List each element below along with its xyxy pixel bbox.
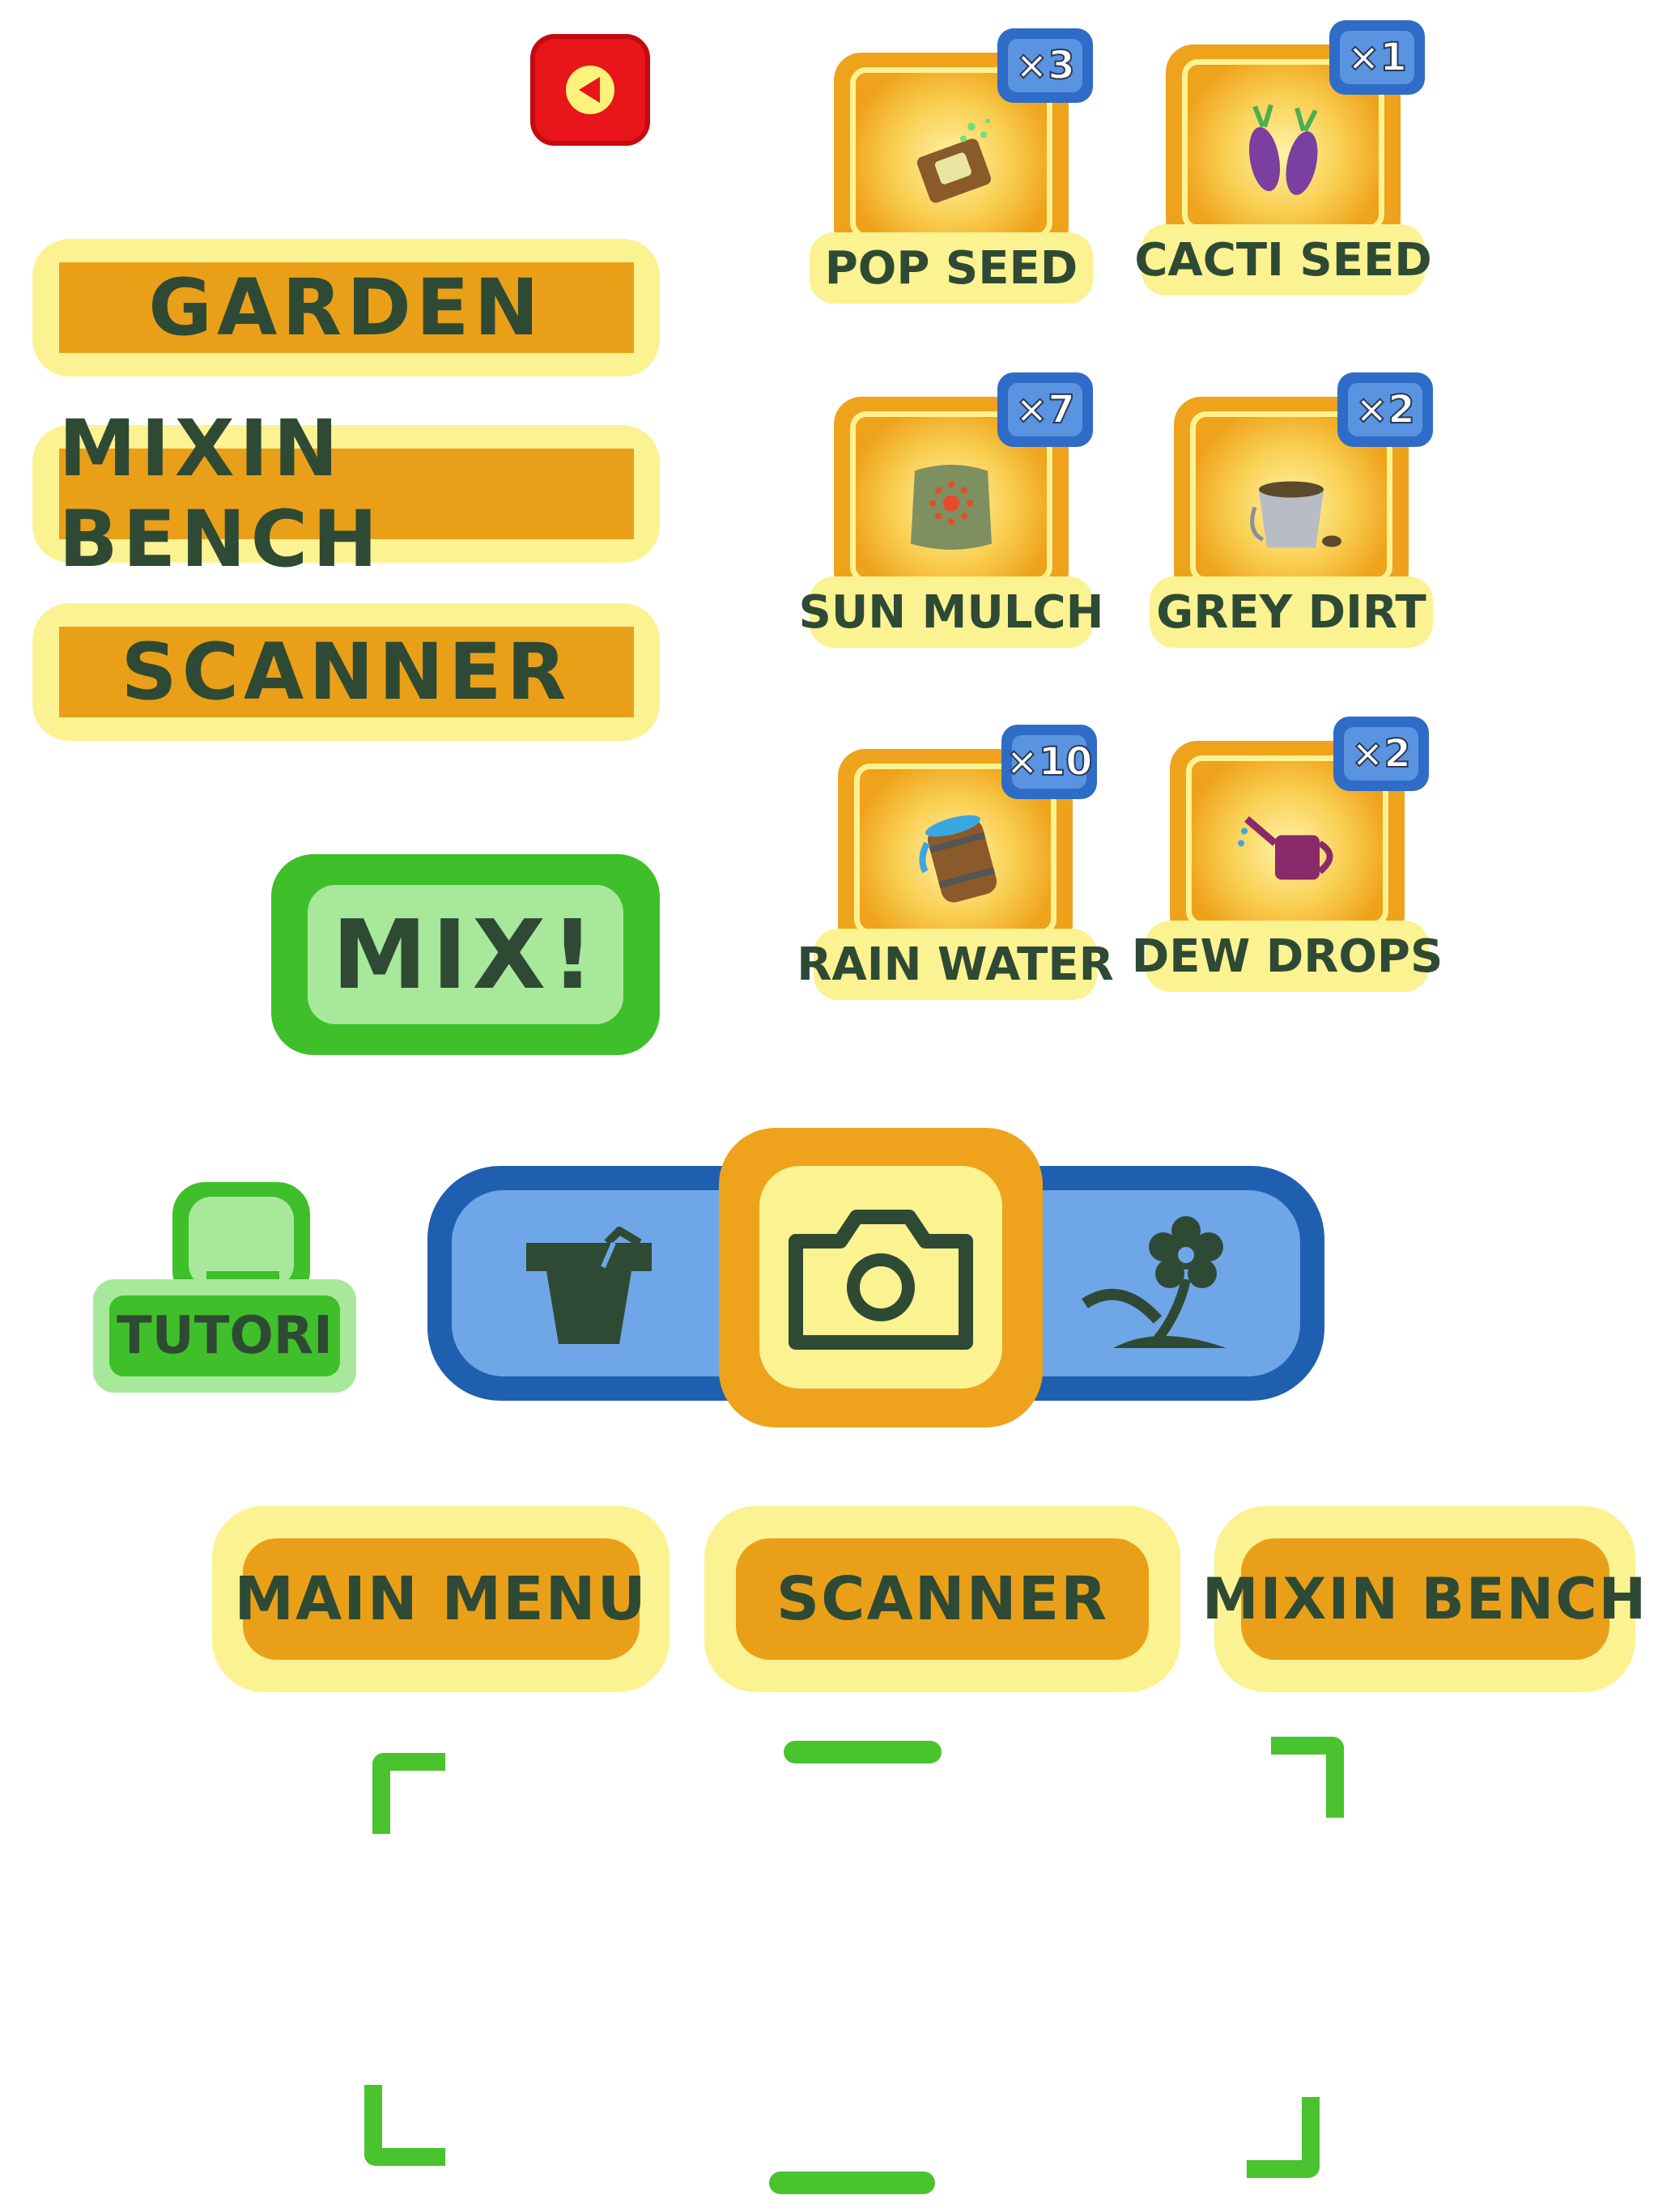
inventory-item-dew-drops[interactable]: ×2 DEW DROPS [1132, 717, 1443, 992]
garden-button[interactable]: GARDEN [32, 239, 660, 376]
inventory-item-sun-mulch[interactable]: ×7 SUN MULCH [799, 372, 1104, 648]
play-left-icon [566, 66, 614, 114]
flower-pot-icon [526, 1225, 652, 1344]
inventory-item-grey-dirt[interactable]: ×2 GREY DIRT [1150, 372, 1433, 648]
item-count-badge: ×3 [997, 28, 1093, 103]
item-name: CACTI SEED [1134, 224, 1432, 296]
camera-icon [789, 1209, 973, 1350]
scan-frame-bottom-right-corner [1247, 2097, 1320, 2178]
main-menu-button[interactable]: MAIN MENU [212, 1506, 670, 1692]
cacti-seed-icon [1248, 104, 1318, 195]
item-count-badge: ×7 [997, 372, 1093, 447]
flower-icon [1082, 1216, 1226, 1348]
nav-pot-button[interactable] [518, 1225, 660, 1348]
scan-frame-top-right-corner [1271, 1737, 1344, 1818]
inventory-item-cacti-seed[interactable]: ×1 CACTI SEED [1134, 20, 1432, 296]
item-count-badge: ×10 [1001, 725, 1097, 799]
item-count: ×3 [1008, 39, 1082, 92]
mixin-bench-button[interactable]: MIXIN BENCH [32, 403, 660, 585]
item-name: RAIN WATER [797, 929, 1114, 1000]
seed-packet-icon [916, 118, 992, 203]
item-count: ×2 [1348, 383, 1422, 436]
scanner-button[interactable]: SCANNER [32, 603, 660, 741]
main-menu-label: MAIN MENU [234, 1538, 646, 1660]
item-count: ×2 [1344, 727, 1418, 781]
dirt-bucket-icon [1250, 481, 1341, 548]
mixin-bench-button-label: MIXIN BENCH [58, 403, 634, 585]
tutorial-label: TUTORI [109, 1295, 340, 1376]
item-name: GREY DIRT [1150, 576, 1433, 648]
mulch-bag-icon [911, 465, 992, 550]
mix-button[interactable]: MIX! [271, 854, 660, 1055]
item-count: ×7 [1008, 383, 1082, 436]
scanner-page-button[interactable]: SCANNER [704, 1506, 1180, 1692]
inventory-item-pop-seed[interactable]: ×3 POP SEED [810, 28, 1093, 304]
scan-frame-bottom-edge [769, 2172, 935, 2194]
mixin-bench-page-button[interactable]: MIXIN BENCH [1202, 1506, 1646, 1692]
nav-camera-selected [759, 1166, 1002, 1389]
scan-frame-top-left-corner [372, 1753, 445, 1834]
tutorial-button[interactable]: TUTORI [93, 1182, 356, 1393]
item-count: ×10 [1005, 735, 1094, 789]
nav-garden-button[interactable] [1081, 1210, 1239, 1356]
mixin-bench-page-label: MIXIN BENCH [1202, 1538, 1646, 1660]
scan-frame-bottom-left-corner [364, 2085, 445, 2166]
garden-button-label: GARDEN [58, 262, 634, 353]
mix-button-label: MIX! [308, 885, 623, 1024]
watering-can-icon [1238, 816, 1333, 880]
item-name: POP SEED [810, 232, 1093, 304]
item-count-badge: ×2 [1337, 372, 1433, 447]
inventory-item-rain-water[interactable]: ×10 RAIN WATER [797, 725, 1114, 1000]
item-count-badge: ×1 [1329, 20, 1425, 95]
item-count: ×1 [1340, 31, 1414, 84]
scanner-button-label: SCANNER [58, 627, 634, 717]
scan-frame-top-edge [784, 1741, 942, 1763]
water-barrel-icon [919, 815, 997, 903]
scanner-page-label: SCANNER [736, 1538, 1149, 1660]
back-button[interactable] [530, 34, 650, 146]
item-name: SUN MULCH [799, 576, 1104, 648]
item-name: DEW DROPS [1132, 921, 1443, 992]
item-count-badge: ×2 [1333, 717, 1429, 791]
